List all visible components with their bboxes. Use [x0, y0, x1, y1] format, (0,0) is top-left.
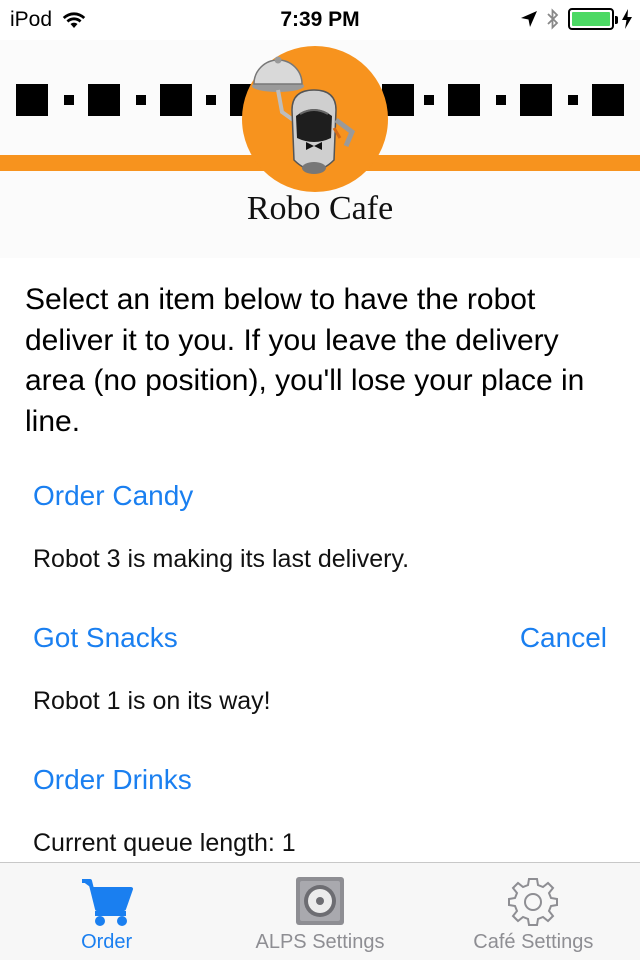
- tab-bar: Order ALPS Settings Café Settings: [0, 862, 640, 960]
- battery-tip: [615, 16, 618, 24]
- charging-bolt-icon: [622, 9, 632, 29]
- location-arrow-icon: [521, 11, 537, 27]
- candy-status-text: Robot 3 is making its last delivery.: [33, 545, 410, 573]
- status-right: [520, 8, 632, 30]
- gear-icon: [508, 878, 559, 926]
- drinks-status-text: Current queue length: 1: [33, 829, 296, 857]
- intro-text: Select an item below to have the robot d…: [25, 283, 585, 438]
- tab-order[interactable]: Order: [0, 863, 213, 960]
- snacks-status-text: Robot 1 is on its way!: [33, 687, 271, 715]
- order-candy-button[interactable]: Order Candy: [33, 480, 193, 512]
- speaker-icon: [295, 877, 344, 925]
- tab-alps-settings-label: ALPS Settings: [255, 931, 385, 953]
- header-banner: Robo Cafe: [0, 40, 640, 258]
- cancel-snacks-button[interactable]: Cancel: [520, 622, 607, 654]
- order-content: Select an item below to have the robot d…: [0, 258, 640, 862]
- tab-order-label: Order: [81, 931, 133, 953]
- status-bar: iPod 7:39 PM: [0, 0, 640, 40]
- battery-level: [572, 12, 610, 26]
- cart-icon: [81, 879, 133, 926]
- tab-cafe-settings[interactable]: Café Settings: [427, 863, 640, 960]
- tab-alps-settings[interactable]: ALPS Settings: [213, 863, 426, 960]
- battery-icon: [568, 8, 618, 30]
- order-drinks-button[interactable]: Order Drinks: [33, 764, 192, 796]
- robot-waiter-logo: [252, 56, 356, 174]
- got-snacks-button[interactable]: Got Snacks: [33, 622, 178, 654]
- brand-title: Robo Cafe: [246, 190, 394, 227]
- bluetooth-icon: [547, 8, 559, 30]
- tab-cafe-settings-label: Café Settings: [473, 931, 594, 953]
